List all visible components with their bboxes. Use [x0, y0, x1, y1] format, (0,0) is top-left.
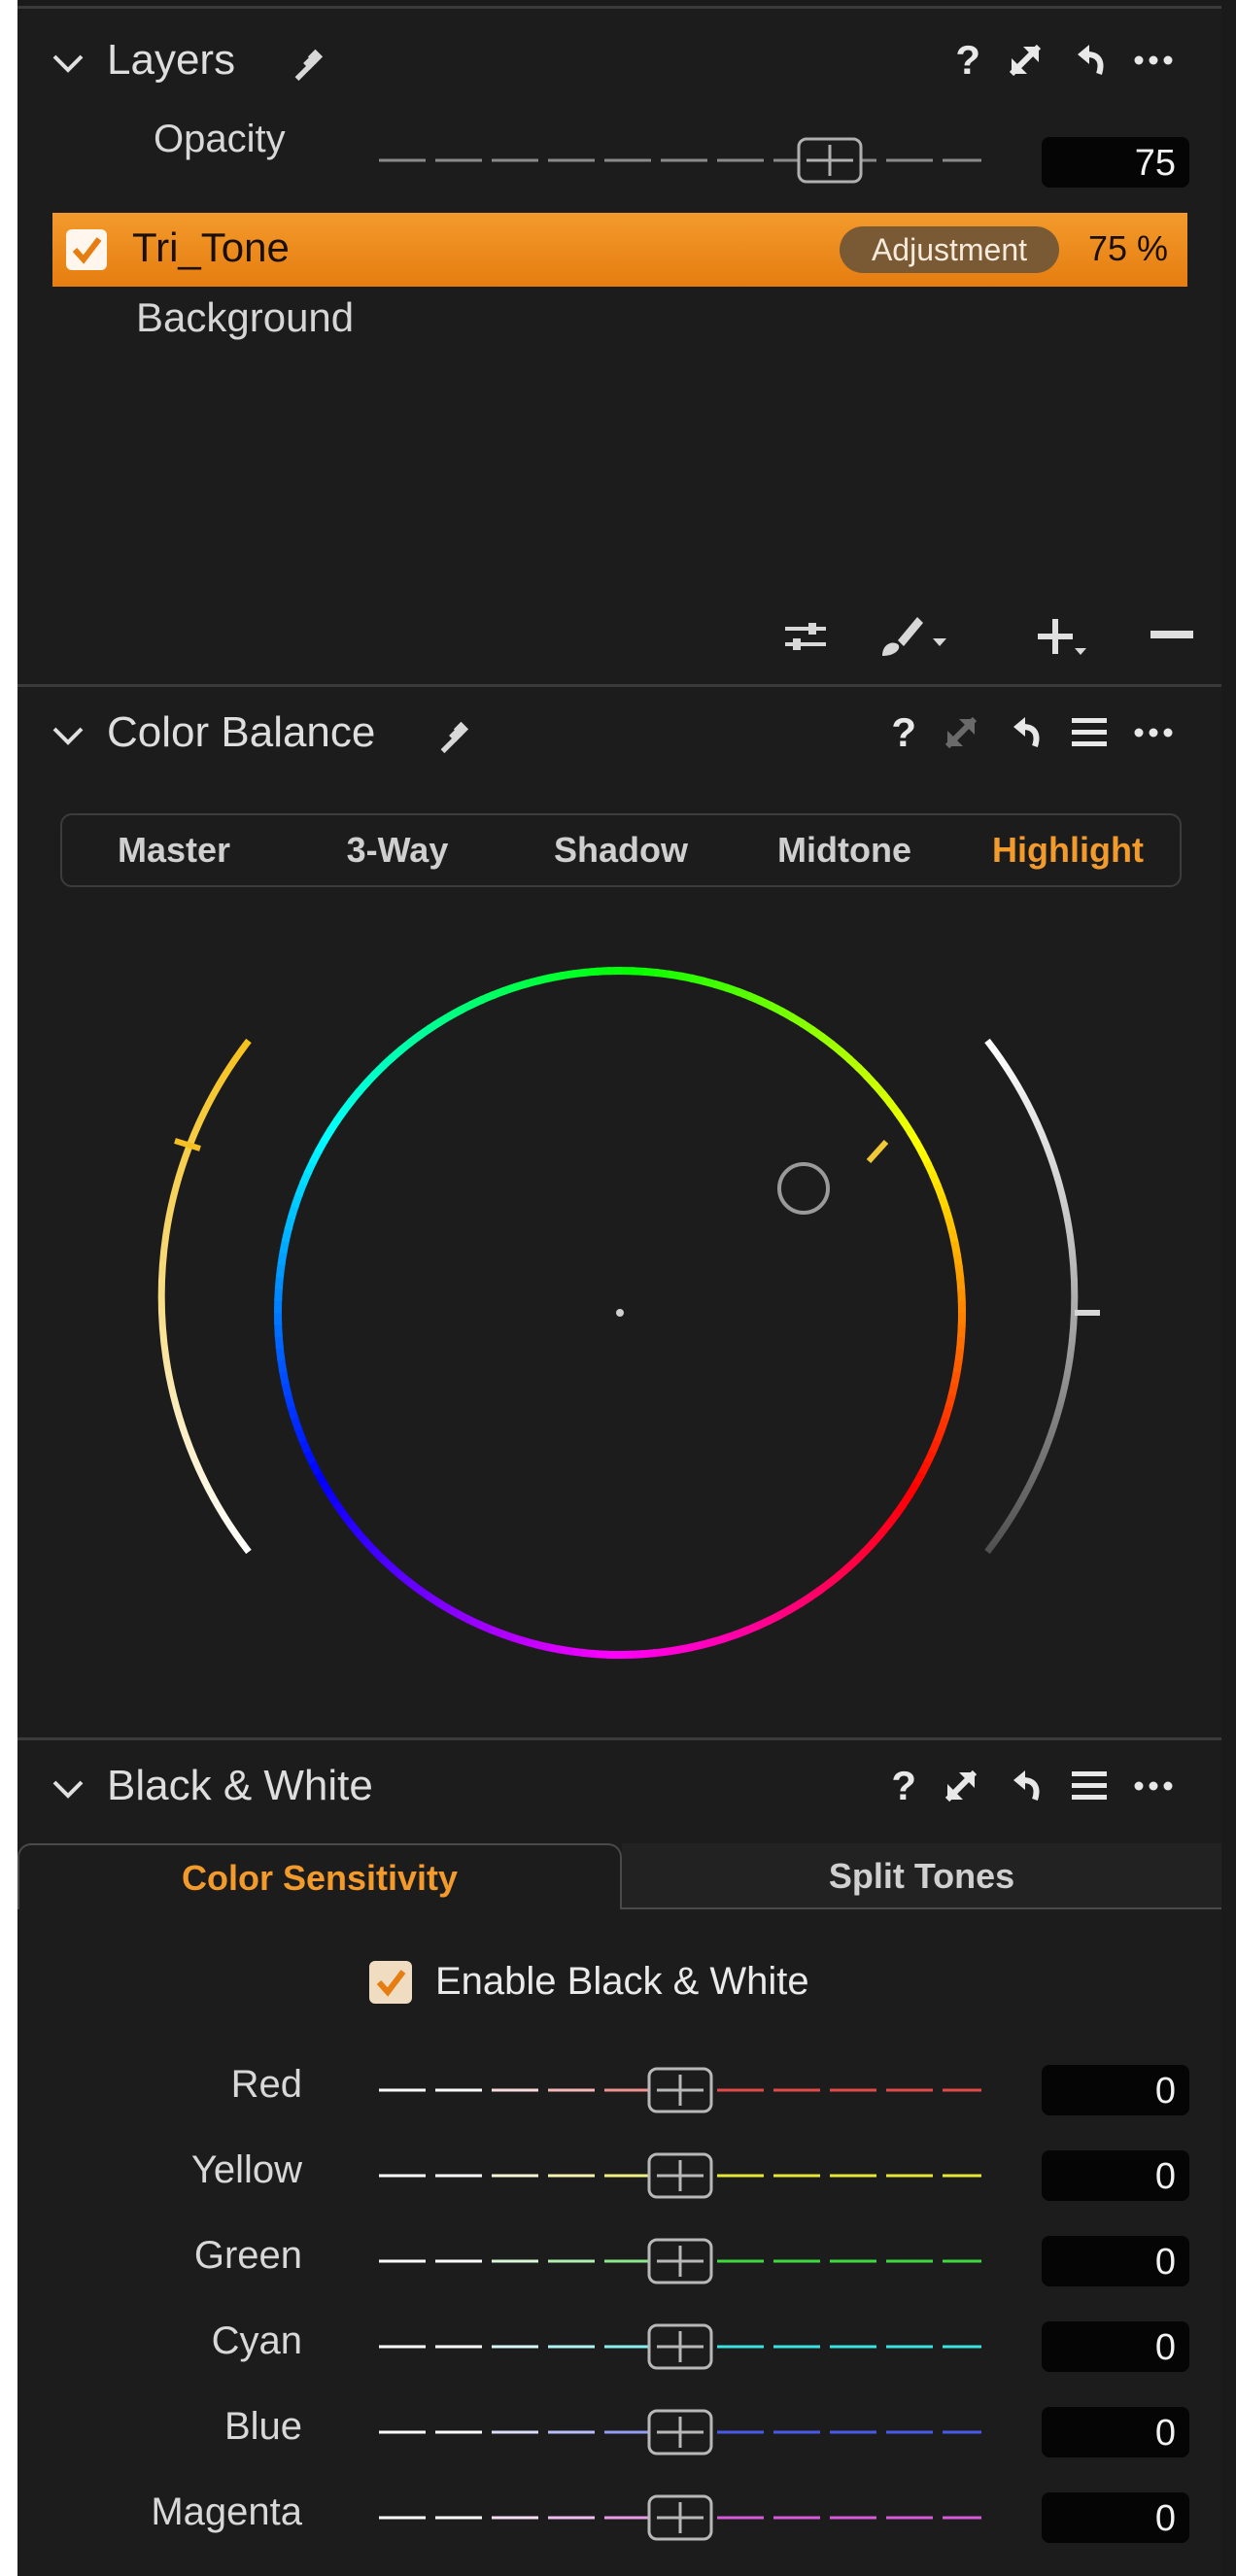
reset-icon[interactable] — [1006, 713, 1045, 752]
slider-cyan[interactable] — [379, 2318, 981, 2376]
black-white-header-tools: ? — [891, 1766, 1173, 1806]
more-icon[interactable] — [1134, 1780, 1173, 1792]
luminance-arc-handle[interactable] — [174, 1138, 201, 1151]
checkmark-icon — [376, 1969, 406, 1997]
slider-thumb[interactable] — [647, 2494, 713, 2541]
reset-icon[interactable] — [1006, 1767, 1045, 1805]
chevron-down-icon[interactable] — [49, 716, 87, 755]
reset-icon[interactable] — [1070, 41, 1109, 80]
window-frame — [0, 0, 17, 2576]
tab-3-way[interactable]: 3-Way — [286, 815, 509, 885]
slider-thumb[interactable] — [647, 2152, 713, 2199]
slider-value-green[interactable]: 0 — [1042, 2236, 1189, 2286]
color-wheel-area — [157, 967, 1100, 1659]
layers-toolbar — [766, 607, 1213, 666]
chevron-down-icon[interactable] — [49, 44, 87, 83]
tab-midtone[interactable]: Midtone — [733, 815, 956, 885]
help-icon[interactable]: ? — [891, 712, 916, 753]
slider-green[interactable] — [379, 2232, 981, 2290]
layer-opacity-percent: 75 % — [1087, 228, 1168, 268]
help-icon[interactable]: ? — [955, 40, 980, 81]
saturation-arc[interactable] — [984, 1038, 1079, 1555]
checkmark-icon — [72, 237, 102, 264]
slider-label-red: Red — [230, 2063, 302, 2106]
slider-label-blue: Blue — [223, 2405, 302, 2448]
layer-row-tri-tone[interactable]: Tri_Tone Adjustment 75 % — [52, 213, 1187, 287]
black-white-header: Black & White ? — [17, 1740, 1221, 1847]
sliders-icon[interactable] — [781, 617, 830, 656]
opacity-value-field[interactable]: 75 — [1042, 137, 1189, 188]
more-icon[interactable] — [1134, 54, 1173, 66]
slider-label-yellow: Yellow — [190, 2148, 302, 2191]
layers-header: Layers ? — [17, 9, 1221, 116]
color-wheel-picker[interactable] — [777, 1162, 830, 1215]
slider-value-red[interactable]: 0 — [1042, 2065, 1189, 2115]
more-icon[interactable] — [1134, 727, 1173, 738]
slider-value-blue[interactable]: 0 — [1042, 2407, 1189, 2457]
slider-blue[interactable] — [379, 2403, 981, 2461]
chevron-down-icon[interactable] — [49, 1769, 87, 1808]
help-icon[interactable]: ? — [891, 1766, 916, 1806]
brush-icon[interactable] — [878, 611, 956, 660]
slider-label-cyan: Cyan — [211, 2319, 302, 2362]
slider-thumb[interactable] — [647, 2238, 713, 2284]
expand-icon[interactable] — [942, 1767, 980, 1805]
menu-icon[interactable] — [1070, 715, 1109, 750]
layers-panel: Layers ? Opacity 75 Tri_Tone Adjustment … — [17, 6, 1221, 688]
tab-shadow[interactable]: Shadow — [509, 815, 733, 885]
black-white-tabs: Color Sensitivity Split Tones — [17, 1843, 1221, 1909]
luminance-arc[interactable] — [157, 1038, 252, 1555]
slider-yellow[interactable] — [379, 2147, 981, 2205]
layer-visibility-checkbox[interactable] — [66, 229, 107, 270]
color-balance-header: Color Balance ? — [17, 687, 1221, 794]
layers-title: Layers — [107, 36, 236, 84]
opacity-slider[interactable] — [379, 131, 981, 189]
slider-value-yellow[interactable]: 0 — [1042, 2150, 1189, 2201]
tab-split-tones[interactable]: Split Tones — [622, 1843, 1221, 1909]
color-balance-title: Color Balance — [107, 708, 376, 756]
remove-icon[interactable] — [1150, 631, 1193, 640]
tab-master[interactable]: Master — [62, 815, 286, 885]
slider-thumb[interactable] — [647, 2409, 713, 2456]
layers-header-tools: ? — [955, 40, 1173, 81]
slider-value-magenta[interactable]: 0 — [1042, 2492, 1189, 2543]
slider-label-magenta: Magenta — [151, 2490, 302, 2533]
slider-red[interactable] — [379, 2061, 981, 2119]
layer-name: Tri_Tone — [132, 224, 290, 270]
color-balance-header-tools: ? — [891, 712, 1173, 753]
enable-black-white-label: Enable Black & White — [435, 1960, 809, 2003]
app-root: Layers ? Opacity 75 Tri_Tone Adjustment … — [0, 0, 1236, 2576]
expand-icon[interactable] — [1006, 41, 1045, 80]
color-wheel-hue-marker[interactable] — [866, 1139, 889, 1164]
slider-label-green: Green — [193, 2234, 302, 2277]
enable-black-white[interactable]: Enable Black & White — [369, 1960, 809, 2004]
black-white-panel: Black & White ? Color Sensitivity Split … — [17, 1737, 1221, 2576]
expand-icon[interactable] — [942, 713, 980, 752]
pipette-icon[interactable] — [433, 718, 470, 755]
menu-icon[interactable] — [1070, 1769, 1109, 1803]
opacity-label: Opacity — [154, 118, 286, 160]
layer-row-background[interactable]: Background — [136, 294, 354, 341]
color-wheel-center-dot — [616, 1309, 624, 1317]
color-balance-panel: Color Balance ? Master 3-Way Shadow Midt… — [17, 684, 1221, 1741]
pipette-icon[interactable] — [288, 46, 325, 83]
tab-highlight[interactable]: Highlight — [956, 815, 1180, 885]
color-balance-mode-tabs: Master 3-Way Shadow Midtone Highlight — [60, 813, 1182, 887]
slider-thumb[interactable] — [647, 2067, 713, 2113]
add-icon[interactable] — [1036, 613, 1094, 662]
slider-magenta[interactable] — [379, 2489, 981, 2547]
tab-color-sensitivity[interactable]: Color Sensitivity — [17, 1843, 622, 1909]
slider-thumb[interactable] — [647, 2323, 713, 2370]
opacity-slider-thumb[interactable] — [797, 137, 863, 184]
black-white-title: Black & White — [107, 1762, 373, 1809]
enable-black-white-checkbox[interactable] — [369, 1960, 412, 2004]
layer-type-badge: Adjustment — [840, 226, 1059, 273]
slider-value-cyan[interactable]: 0 — [1042, 2321, 1189, 2372]
